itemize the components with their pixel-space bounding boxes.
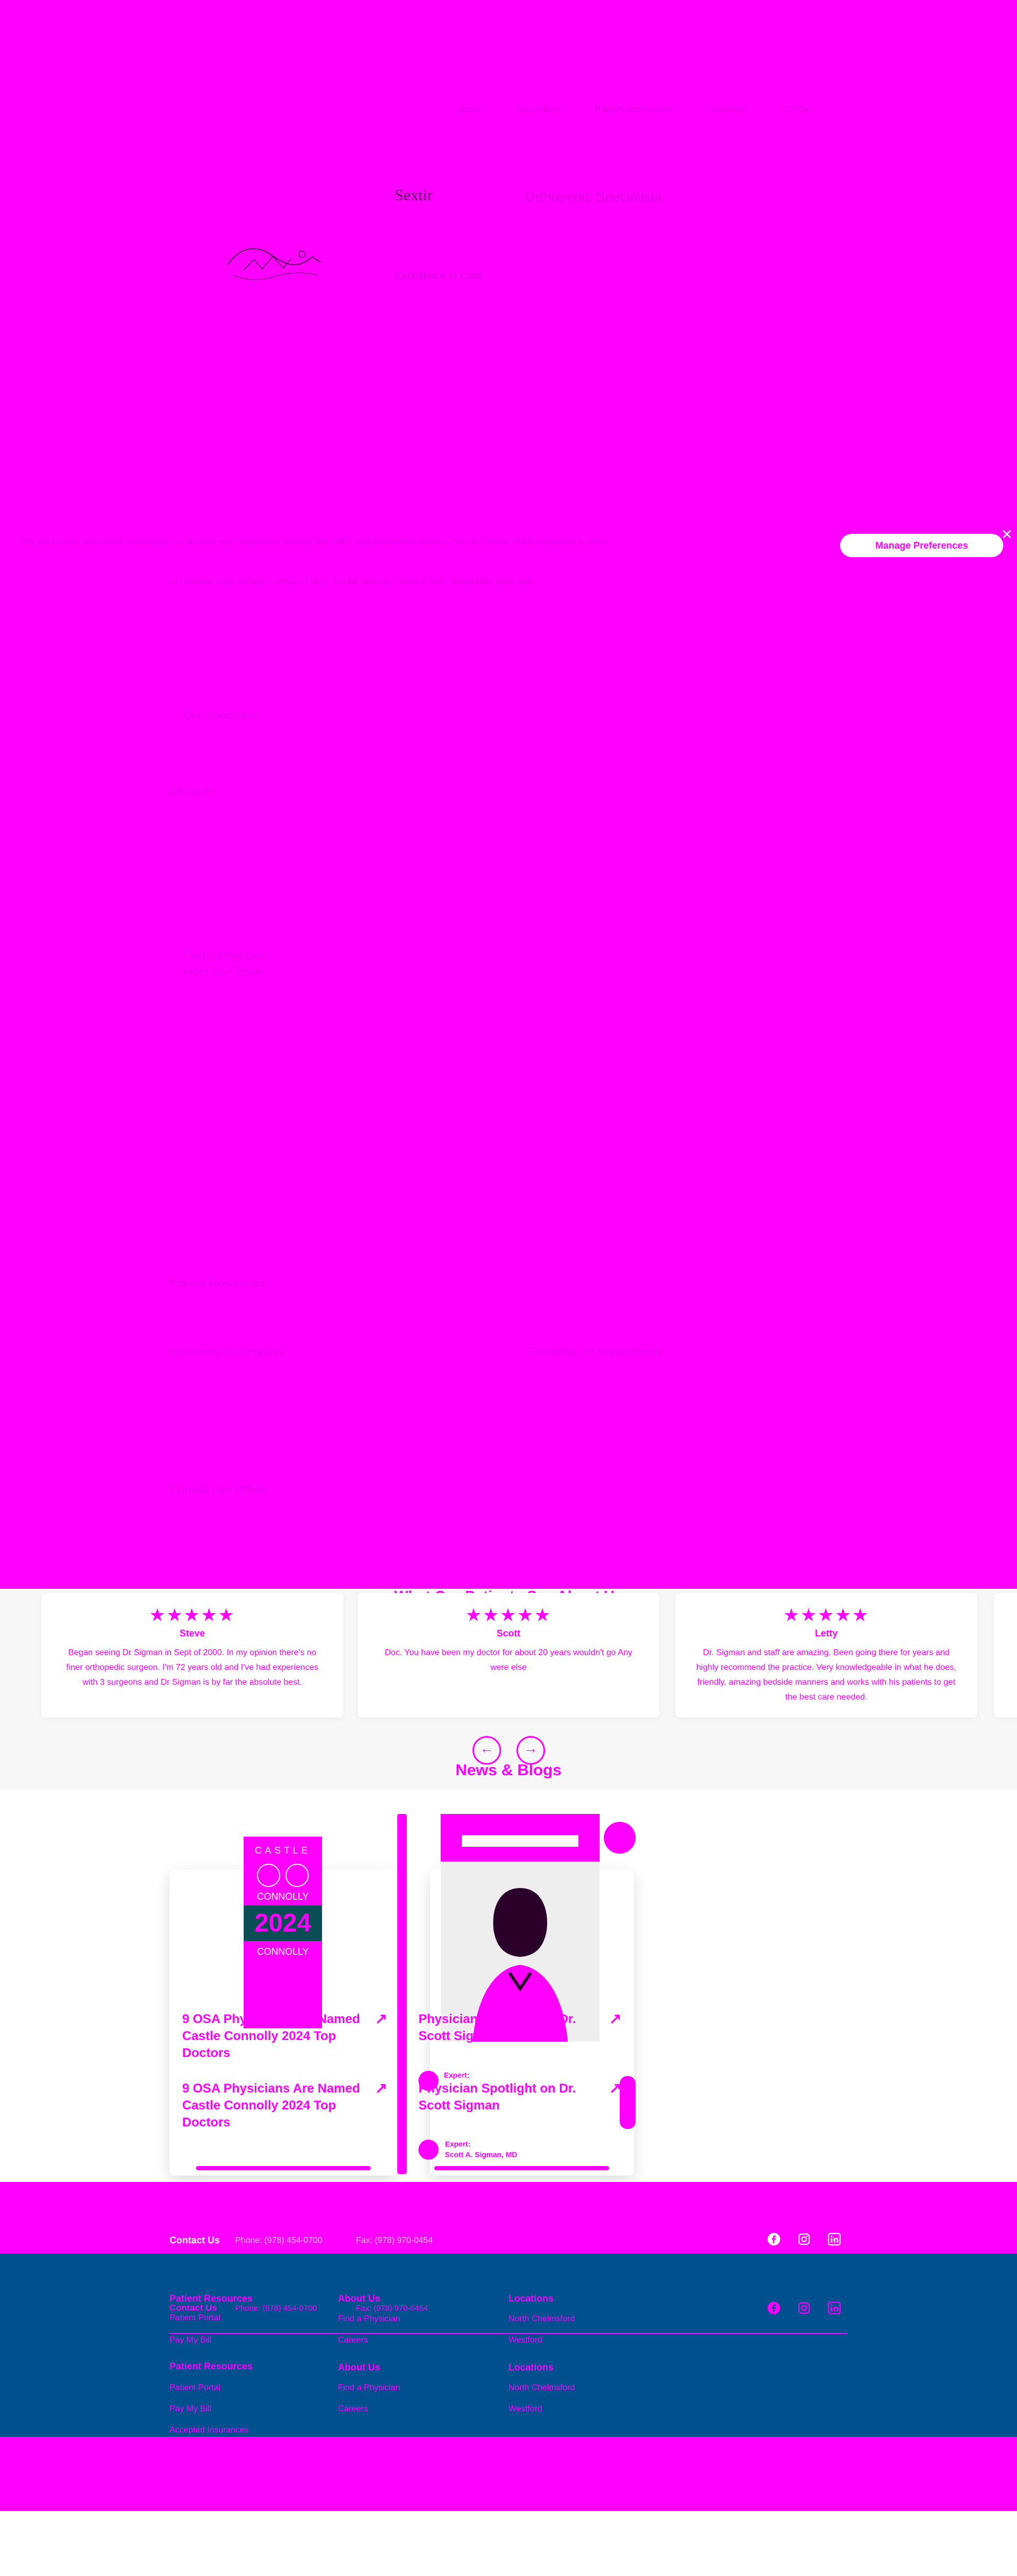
expert-label: Expert: (444, 2071, 470, 2079)
expert-label: Expert: (445, 2140, 471, 2148)
footer-heading-locations: Locations (508, 2293, 554, 2304)
nav-item-about[interactable]: About (456, 104, 480, 115)
faint-row-3: Find a Physician (183, 949, 269, 962)
decor-pill (620, 2076, 636, 2129)
expert-name: Scott A. Sigman, MD (445, 2150, 518, 2159)
card-divider-strip (397, 1814, 407, 2174)
testimonial-card: ★★★★★ Letty Dr. Sigman and staff are ama… (675, 1593, 977, 1718)
footer-contact-label-overlap: Contact Us (170, 2303, 217, 2313)
arrow-left-icon[interactable]: ← (472, 1736, 501, 1765)
footer-link-westford[interactable]: Westford (508, 2336, 542, 2345)
footer-link-accepted-insurances[interactable]: Accepted Insurances (170, 2426, 248, 2435)
testimonial-name: Scott (496, 1628, 521, 1639)
faint-row-7: Schedule an Appointment (530, 1345, 663, 1358)
footer-heading-patient-resources-2: Patient Resources (170, 2361, 253, 2372)
main-nav: About Specialties Patient Resources Loca… (456, 104, 814, 115)
hero-tagline: Excellence in Care (395, 270, 483, 282)
footer-fax: Fax: (978) 970-0454 (356, 2236, 433, 2245)
cookie-text: We use cookies and similar technologies … (21, 537, 609, 546)
footer-heading-about-us-2: About Us (338, 2362, 380, 2373)
star-rating: ★★★★★ (149, 1605, 236, 1625)
footer-contact-label: Contact Us (170, 2235, 220, 2246)
manage-preferences-button[interactable]: Manage Preferences (840, 534, 1003, 557)
news-card-title-duplicate[interactable]: Physician Spotlight on Dr. Scott Sigman (418, 2080, 593, 2114)
testimonial-text: Began seeing Dr Sigman in Sept of 2000. … (66, 1648, 318, 1687)
hero-title: Sextir (395, 186, 433, 204)
testimonial-name: Letty (815, 1628, 838, 1639)
footer-link-careers-2[interactable]: Careers (338, 2404, 368, 2414)
card-accent-bar (434, 2166, 609, 2170)
instagram-icon[interactable] (797, 2301, 811, 2315)
testimonial-text: Doc. You have been my doctor for about 2… (385, 1648, 632, 1672)
badge-top-text: CASTLE (254, 1845, 311, 1856)
linkedin-icon[interactable] (827, 2232, 841, 2246)
footer-top (0, 2182, 1017, 2253)
nav-item-patient-resources[interactable]: Patient Resources (594, 104, 672, 115)
footer-divider (170, 2333, 848, 2334)
footer-link-find-physician-2[interactable]: Find a Physician (338, 2383, 400, 2393)
footer-link-pay-my-bill[interactable]: Pay My Bill (170, 2336, 211, 2345)
testimonial-card-peek (994, 1593, 1017, 1718)
footer-heading-locations-2: Locations (508, 2362, 554, 2373)
footer-fax-overlap: Fax: (978) 970-0454 (356, 2304, 428, 2313)
hero-subtitle: Orthopedic Specialists (524, 189, 662, 204)
footer-heading-about-us: About Us (338, 2293, 380, 2304)
testimonial-card: ★★★★★ Steve Began seeing Dr Sigman in Se… (41, 1593, 343, 1718)
footer-link-north-chelmsford-2[interactable]: North Chelmsford (508, 2383, 575, 2393)
arrow-up-right-icon[interactable]: ↗ (609, 2010, 621, 2027)
physician-photo (441, 1814, 600, 2042)
decor-circle (604, 1822, 636, 1854)
page-bottom-space (0, 2511, 1017, 2576)
news-card-title[interactable]: 9 OSA Physicians Are Named Castle Connol… (182, 2011, 373, 2062)
footer-link-north-chelmsford[interactable]: North Chelmsford (508, 2314, 575, 2324)
cookie-links: Our Website Uses Cookies — Privacy Polic… (170, 577, 532, 586)
badge-mid-text: CONNOLLY (257, 1891, 309, 1902)
arrow-right-icon[interactable]: → (516, 1736, 545, 1765)
star-rating: ★★★★★ (465, 1605, 552, 1625)
footer-link-find-physician[interactable]: Find a Physician (338, 2314, 400, 2324)
badge-year: 2024 (244, 1906, 322, 1941)
nav-item-contact[interactable]: Contact (781, 104, 814, 115)
hero-section (0, 0, 1017, 1589)
footer-phone[interactable]: Phone: (978) 454-0700 (235, 2236, 323, 2246)
faint-row-5: Patient Resources (170, 1276, 265, 1290)
footer-link-westford-2[interactable]: Westford (508, 2404, 542, 2414)
testimonial-text: Dr. Sigman and staff are amazing. Been g… (696, 1648, 957, 1702)
footer-link-patient-portal[interactable]: Patient Portal (170, 2313, 220, 2323)
castle-connolly-badge: CASTLE CONNOLLY 2024 CONNOLLY (244, 1837, 322, 2028)
footer-link-pay-my-bill-2[interactable]: Pay My Bill (170, 2404, 211, 2414)
footer-bottom-band (0, 2437, 1017, 2511)
news-card-title[interactable]: Physician Spotlight on Dr. Scott Sigman (418, 2011, 593, 2045)
testimonial-card: ★★★★★ Scott Doc. You have been my doctor… (358, 1593, 659, 1718)
footer-link-patient-portal-2[interactable]: Patient Portal (170, 2383, 220, 2393)
card-accent-bar (196, 2166, 371, 2170)
nav-item-specialties[interactable]: Specialties (514, 104, 560, 115)
badge-bottom-text: CONNOLLY (257, 1946, 309, 1957)
testimonial-name: Steve (179, 1628, 206, 1639)
faint-row-1: Our Specialties (183, 709, 262, 722)
person-photo-icon (441, 1814, 600, 2042)
star-rating: ★★★★★ (783, 1605, 870, 1625)
faint-row-2: Services (170, 784, 215, 797)
avatar (418, 2140, 439, 2160)
faint-row-4: Meet Our Team (183, 965, 263, 978)
news-card-title-duplicate[interactable]: 9 OSA Physicians Are Named Castle Connol… (182, 2080, 373, 2131)
arrow-up-right-icon[interactable]: ↗ (375, 2010, 387, 2027)
news-title: News & Blogs (455, 1761, 562, 1779)
footer-link-careers[interactable]: Careers (338, 2336, 368, 2345)
sketch-logo-icon (227, 248, 321, 280)
instagram-icon[interactable] (797, 2232, 811, 2246)
nav-item-locations[interactable]: Locations (706, 104, 747, 115)
footer-phone-overlap[interactable]: Phone: (978) 454-0700 (235, 2304, 317, 2313)
arrow-up-right-icon[interactable]: ↗ (375, 2079, 387, 2097)
close-icon[interactable]: ✕ (1001, 526, 1013, 543)
facebook-icon[interactable] (767, 2301, 781, 2315)
badge-rings (244, 1864, 322, 1887)
faint-row-8: Contact Our Office (170, 1483, 266, 1496)
linkedin-icon[interactable] (827, 2301, 841, 2315)
faint-row-6: Insurance Information (170, 1345, 282, 1358)
facebook-icon[interactable] (767, 2232, 781, 2246)
